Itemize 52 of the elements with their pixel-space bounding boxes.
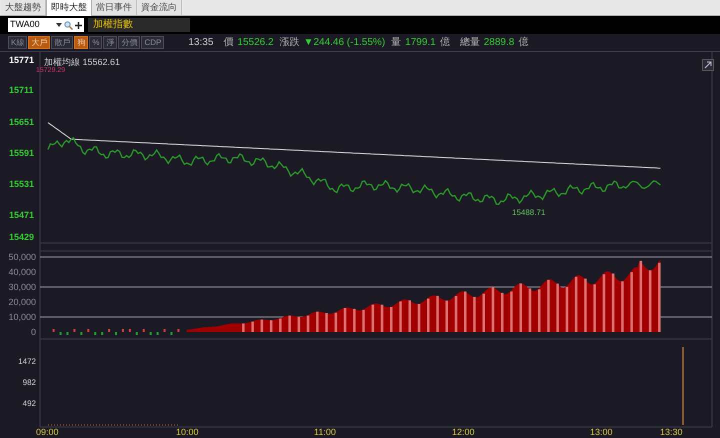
change-value: ▼244.46 (-1.55%)	[304, 36, 386, 50]
axis-label: 30,000	[7, 283, 36, 292]
dropdown-icon[interactable]	[56, 23, 62, 27]
toolbar-button[interactable]: %	[89, 36, 102, 49]
unit-label: 億	[440, 36, 450, 50]
total-volume-value: 2889.8	[484, 36, 514, 50]
tab[interactable]: 大盤趨勢	[1, 0, 46, 15]
axis-label: 40,000	[7, 268, 36, 277]
axis-label: 13:30	[660, 428, 683, 437]
price-value: 15526.2	[237, 36, 274, 50]
toolbar-button[interactable]: CDP	[141, 36, 164, 49]
axis-label: 15771	[9, 56, 34, 65]
toolbar-button[interactable]: 狗	[74, 36, 88, 49]
price-label: 價	[223, 36, 234, 50]
index-name: 加權指數	[88, 18, 190, 32]
toolbar-button[interactable]: K線	[8, 36, 28, 49]
axis-label: 1472	[17, 358, 36, 366]
toolbar-button[interactable]: 散戶	[51, 36, 74, 49]
axis-label: 09:00	[36, 428, 59, 437]
axis-label: 10:00	[176, 428, 199, 437]
quote-time: 13:35	[188, 36, 214, 50]
change-label: 漲跌	[280, 36, 300, 50]
axis-label: 15531	[9, 180, 34, 189]
symbol-field[interactable]: TWA00	[8, 18, 84, 32]
axis-label: 10,000	[7, 313, 36, 322]
toolbar-button[interactable]: 分價	[118, 36, 140, 49]
axis-label: 15651	[9, 118, 34, 127]
axis-label: 15591	[9, 149, 34, 158]
axis-label: 15471	[9, 211, 34, 220]
axis-label: 492	[22, 400, 36, 408]
axis-label: 982	[22, 379, 36, 387]
tab[interactable]: 資金流向	[137, 0, 182, 15]
toolbar-button[interactable]: 淨	[103, 36, 118, 49]
axis-label: 50,000	[7, 253, 36, 262]
volume-label: 量	[391, 36, 402, 50]
toolbar-button[interactable]: 大戶	[28, 36, 50, 49]
axis-label: 13:00	[590, 428, 613, 437]
tab[interactable]: 當日事件	[92, 0, 137, 15]
axis-label: 20,000	[7, 298, 36, 307]
legend-label: 加權均線 15562.61	[44, 58, 120, 67]
unit-label: 億	[518, 36, 528, 50]
total-volume-label: 總量	[460, 36, 480, 50]
axis-label: 15429	[9, 233, 34, 242]
axis-label: 12:00	[452, 428, 475, 437]
axis-label: 0	[30, 328, 36, 337]
tab[interactable]: 即時大盤	[46, 0, 92, 16]
plus-icon[interactable]	[75, 22, 82, 28]
low-marker: 15488.71	[512, 209, 546, 217]
axis-label: 11:00	[314, 428, 336, 437]
volume-value: 1799.1	[405, 36, 436, 50]
axis-label: 15711	[9, 86, 34, 95]
search-icon[interactable]	[64, 20, 73, 30]
